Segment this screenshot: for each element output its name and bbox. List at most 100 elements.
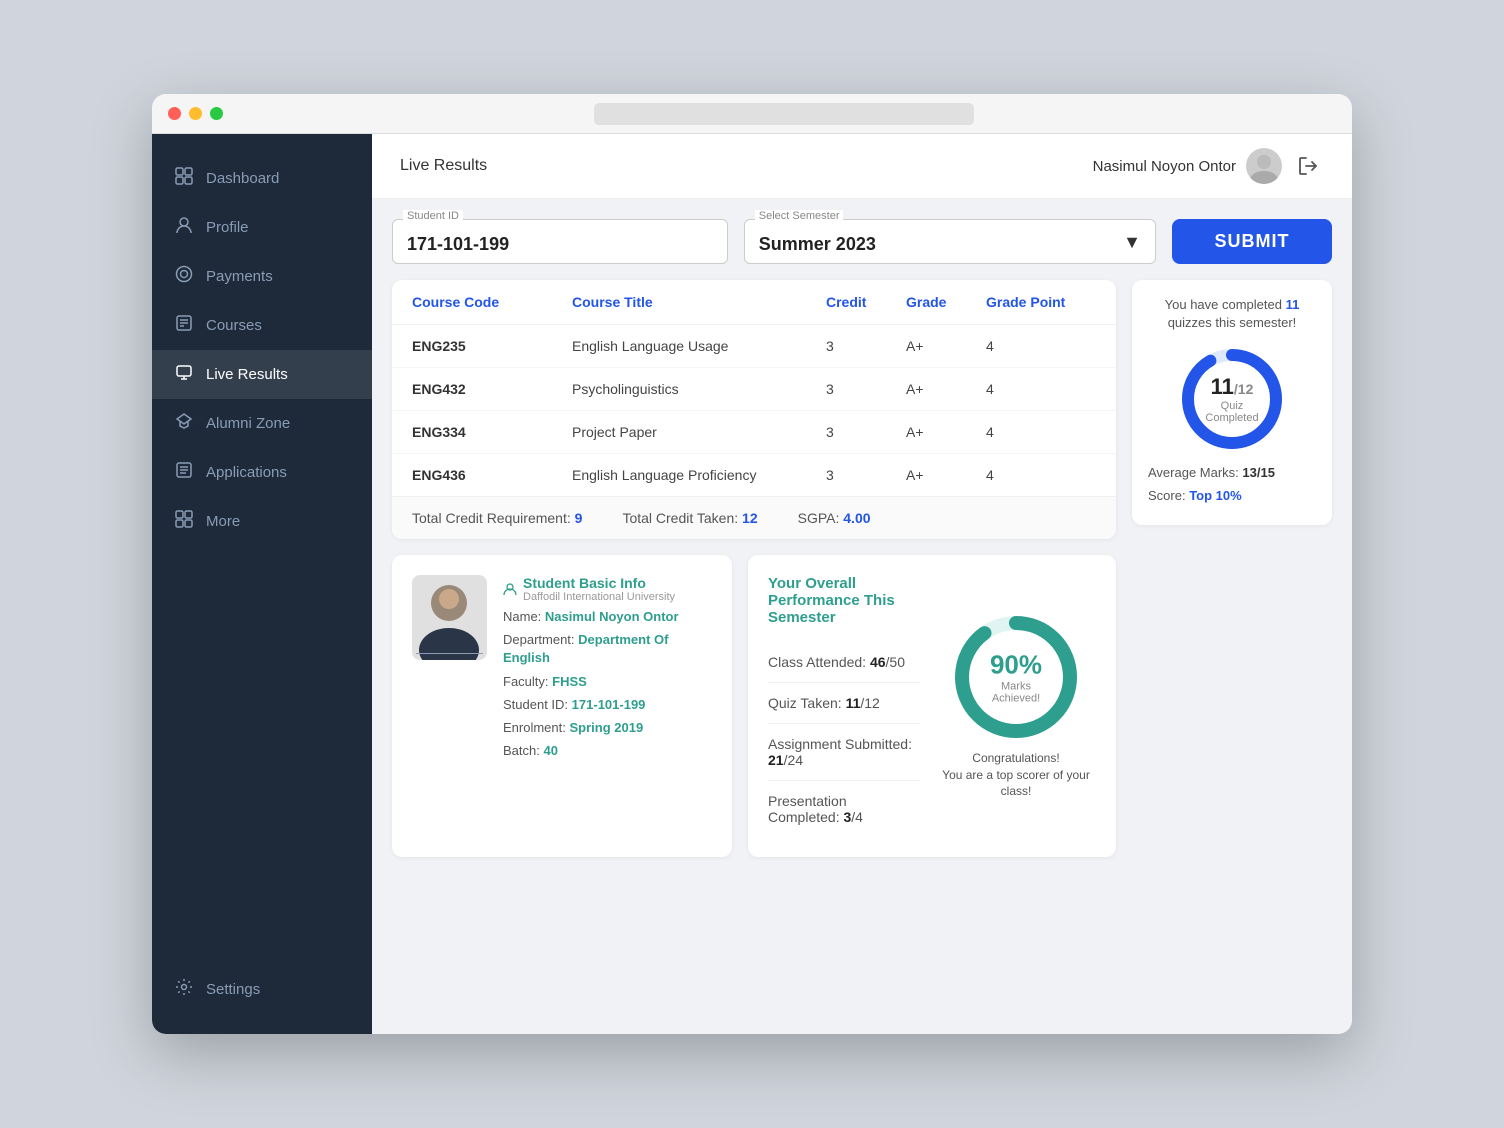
grade-point: 4	[986, 338, 1096, 354]
url-bar[interactable]	[594, 103, 974, 125]
performance-donut-center: 90% Marks Achieved!	[990, 649, 1042, 704]
logout-button[interactable]	[1292, 150, 1324, 182]
quiz-donut-chart: 11/12 Quiz Completed	[1177, 344, 1287, 454]
quiz-card: You have completed 11 quizzes this semes…	[1132, 280, 1332, 525]
quiz-stats: Average Marks: 13/15 Score: Top 10%	[1148, 464, 1316, 504]
quiz-avg-marks: Average Marks: 13/15	[1148, 464, 1316, 482]
grade-point: 4	[986, 381, 1096, 397]
courses-icon	[174, 314, 194, 337]
sidebar-item-courses[interactable]: Courses	[152, 301, 372, 350]
grade: A+	[906, 338, 986, 354]
perf-stat-row: Presentation Completed: 3/4	[768, 781, 920, 837]
perf-marks-label: Marks	[990, 680, 1042, 692]
congrats-text: Congratulations!You are a top scorer of …	[936, 750, 1096, 800]
credit: 3	[826, 424, 906, 440]
col-grade: Grade	[906, 294, 986, 310]
minimize-dot[interactable]	[189, 107, 202, 120]
payments-icon	[174, 265, 194, 288]
chevron-down-icon: ▼	[1123, 232, 1141, 253]
app-layout: Dashboard Profile Paymen	[152, 134, 1352, 1034]
student-batch-row: Batch: 40	[503, 742, 712, 760]
sidebar: Dashboard Profile Paymen	[152, 134, 372, 1034]
more-icon	[174, 510, 194, 533]
sidebar-item-alumni-zone[interactable]: Alumni Zone	[152, 399, 372, 448]
sidebar-label-profile: Profile	[206, 219, 249, 236]
course-title: Psycholinguistics	[572, 381, 826, 397]
course-title: English Language Proficiency	[572, 467, 826, 483]
table-row: ENG436 English Language Proficiency 3 A+…	[392, 454, 1116, 496]
sidebar-label-alumni-zone: Alumni Zone	[206, 415, 290, 432]
table-footer: Total Credit Requirement: 9 Total Credit…	[392, 496, 1116, 539]
perf-achieved-label: Achieved!	[990, 692, 1042, 704]
student-name-row: Name: Nasimul Noyon Ontor	[503, 608, 712, 626]
student-info-details: Student Basic Info Daffodil Internationa…	[503, 575, 712, 765]
person-icon	[503, 582, 517, 596]
form-row: Student ID 171-101-199 Select Semester S…	[392, 219, 1332, 264]
course-code: ENG334	[412, 424, 572, 440]
sidebar-item-payments[interactable]: Payments	[152, 252, 372, 301]
section-title: Student Basic Info	[523, 575, 675, 591]
alumni-icon	[174, 412, 194, 435]
student-id-value: 171-101-199	[407, 234, 713, 255]
sidebar-item-settings[interactable]: Settings	[152, 965, 372, 1014]
quiz-center-label2: Completed	[1205, 412, 1258, 424]
results-table: Course Code Course Title Credit Grade Gr…	[392, 280, 1116, 539]
footer-credit-taken: Total Credit Taken: 12	[622, 510, 757, 526]
quiz-completed-value: 11/12	[1205, 374, 1258, 400]
profile-icon	[174, 216, 194, 239]
semester-value: Summer 2023	[759, 234, 876, 255]
performance-donut-chart: 90% Marks Achieved!	[951, 612, 1081, 742]
sidebar-item-dashboard[interactable]: Dashboard	[152, 154, 372, 203]
sidebar-item-more[interactable]: More	[152, 497, 372, 546]
close-dot[interactable]	[168, 107, 181, 120]
col-credit: Credit	[826, 294, 906, 310]
settings-icon	[174, 978, 194, 1001]
semester-select[interactable]: Select Semester Summer 2023 ▼	[744, 219, 1156, 264]
credit: 3	[826, 467, 906, 483]
course-title: Project Paper	[572, 424, 826, 440]
sidebar-label-payments: Payments	[206, 268, 273, 285]
footer-sgpa: SGPA: 4.00	[798, 510, 871, 526]
titlebar-center	[231, 103, 1336, 125]
quiz-description: You have completed 11 quizzes this semes…	[1148, 296, 1316, 332]
maximize-dot[interactable]	[210, 107, 223, 120]
quiz-count: 11	[1286, 297, 1300, 312]
perf-title: Your Overall Performance This Semester	[768, 575, 920, 626]
perf-donut: 90% Marks Achieved! Congratulations!You …	[936, 575, 1096, 837]
sidebar-label-more: More	[206, 513, 240, 530]
bottom-grid: Student Basic Info Daffodil Internationa…	[392, 555, 1116, 857]
titlebar	[152, 94, 1352, 134]
student-dept-row: Department: Department Of English	[503, 631, 712, 667]
perf-stats-body: Class Attended: 46/50Quiz Taken: 11/12As…	[768, 642, 920, 837]
table-row: ENG334 Project Paper 3 A+ 4	[392, 411, 1116, 454]
user-avatar	[1246, 148, 1282, 184]
content-area: Student ID 171-101-199 Select Semester S…	[372, 199, 1352, 1034]
perf-stat-row: Class Attended: 46/50	[768, 642, 920, 683]
sidebar-label-dashboard: Dashboard	[206, 170, 279, 187]
submit-button[interactable]: SUBMIT	[1172, 219, 1332, 264]
course-code: ENG235	[412, 338, 572, 354]
student-id-label: Student ID	[403, 210, 463, 222]
student-info-card: Student Basic Info Daffodil Internationa…	[392, 555, 732, 857]
sidebar-label-live-results: Live Results	[206, 366, 288, 383]
topbar-user: Nasimul Noyon Ontor	[1093, 148, 1324, 184]
sidebar-item-applications[interactable]: Applications	[152, 448, 372, 497]
table-row: ENG235 English Language Usage 3 A+ 4	[392, 325, 1116, 368]
student-id-field: Student ID 171-101-199	[392, 219, 728, 264]
sidebar-item-profile[interactable]: Profile	[152, 203, 372, 252]
student-info-header: Student Basic Info Daffodil Internationa…	[503, 575, 712, 603]
table-header: Course Code Course Title Credit Grade Gr…	[392, 280, 1116, 325]
perf-pct: 90%	[990, 649, 1042, 680]
quiz-score: Score: Top 10%	[1148, 487, 1316, 505]
performance-card: Your Overall Performance This Semester C…	[748, 555, 1116, 857]
sidebar-item-live-results[interactable]: Live Results	[152, 350, 372, 399]
col-course-title: Course Title	[572, 294, 826, 310]
credit: 3	[826, 338, 906, 354]
footer-credit-req: Total Credit Requirement: 9	[412, 510, 582, 526]
grade-point: 4	[986, 467, 1096, 483]
user-name: Nasimul Noyon Ontor	[1093, 158, 1236, 175]
col-course-code: Course Code	[412, 294, 572, 310]
page-title: Live Results	[400, 157, 487, 175]
table-row: ENG432 Psycholinguistics 3 A+ 4	[392, 368, 1116, 411]
left-panel: Course Code Course Title Credit Grade Gr…	[392, 280, 1116, 857]
